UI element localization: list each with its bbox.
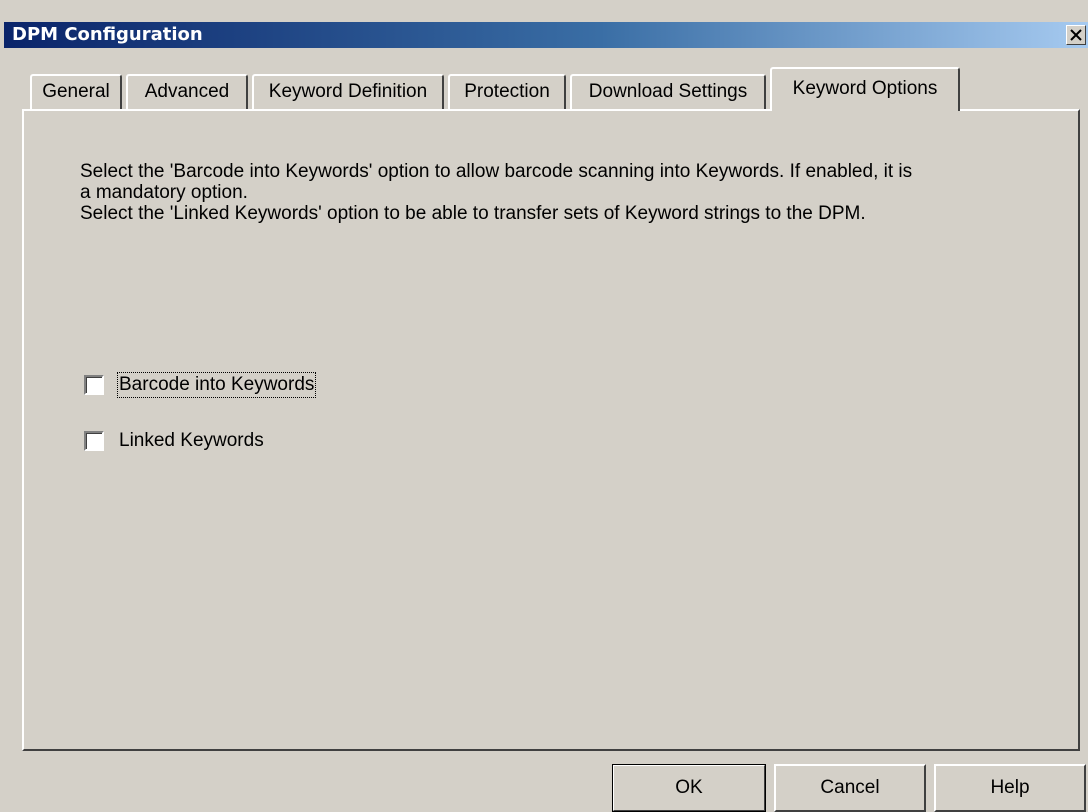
linked-keywords-checkbox[interactable] [84,431,104,451]
help-button[interactable]: Help [934,764,1086,812]
tab-protection-label: Protection [464,81,550,102]
dpm-configuration-dialog: DPM Configuration General Advanced Keywo… [0,0,1088,812]
help-button-label: Help [990,777,1030,798]
ok-button[interactable]: OK [612,764,766,812]
tab-download-settings-label: Download Settings [588,81,748,102]
tab-keyword-options[interactable]: Keyword Options [770,67,960,111]
close-button[interactable] [1066,25,1086,45]
description-line-1: Select the 'Barcode into Keywords' optio… [80,161,913,182]
tab-advanced[interactable]: Advanced [126,74,248,110]
barcode-into-keywords-checkbox[interactable] [84,375,104,395]
tab-keyword-definition-label: Keyword Definition [268,81,428,102]
window-title: DPM Configuration [12,24,203,45]
description-line-2: a mandatory option. [80,182,248,203]
tab-general[interactable]: General [30,74,122,110]
description-line-3: Select the 'Linked Keywords' option to b… [80,203,866,224]
tab-advanced-label: Advanced [144,81,230,102]
close-icon [1070,29,1082,41]
tab-protection[interactable]: Protection [448,74,566,110]
tab-keyword-options-label: Keyword Options [792,78,938,99]
tab-download-settings[interactable]: Download Settings [570,74,766,110]
title-bar[interactable]: DPM Configuration [4,22,1088,48]
cancel-button[interactable]: Cancel [774,764,926,812]
cancel-button-label: Cancel [820,777,880,798]
ok-button-label: OK [675,777,703,798]
tab-panel-keyword-options: Select the 'Barcode into Keywords' optio… [22,109,1080,751]
barcode-into-keywords-label[interactable]: Barcode into Keywords [116,372,317,398]
tab-general-label: General [42,81,110,102]
linked-keywords-label[interactable]: Linked Keywords [118,429,265,453]
tab-keyword-definition[interactable]: Keyword Definition [252,74,444,110]
